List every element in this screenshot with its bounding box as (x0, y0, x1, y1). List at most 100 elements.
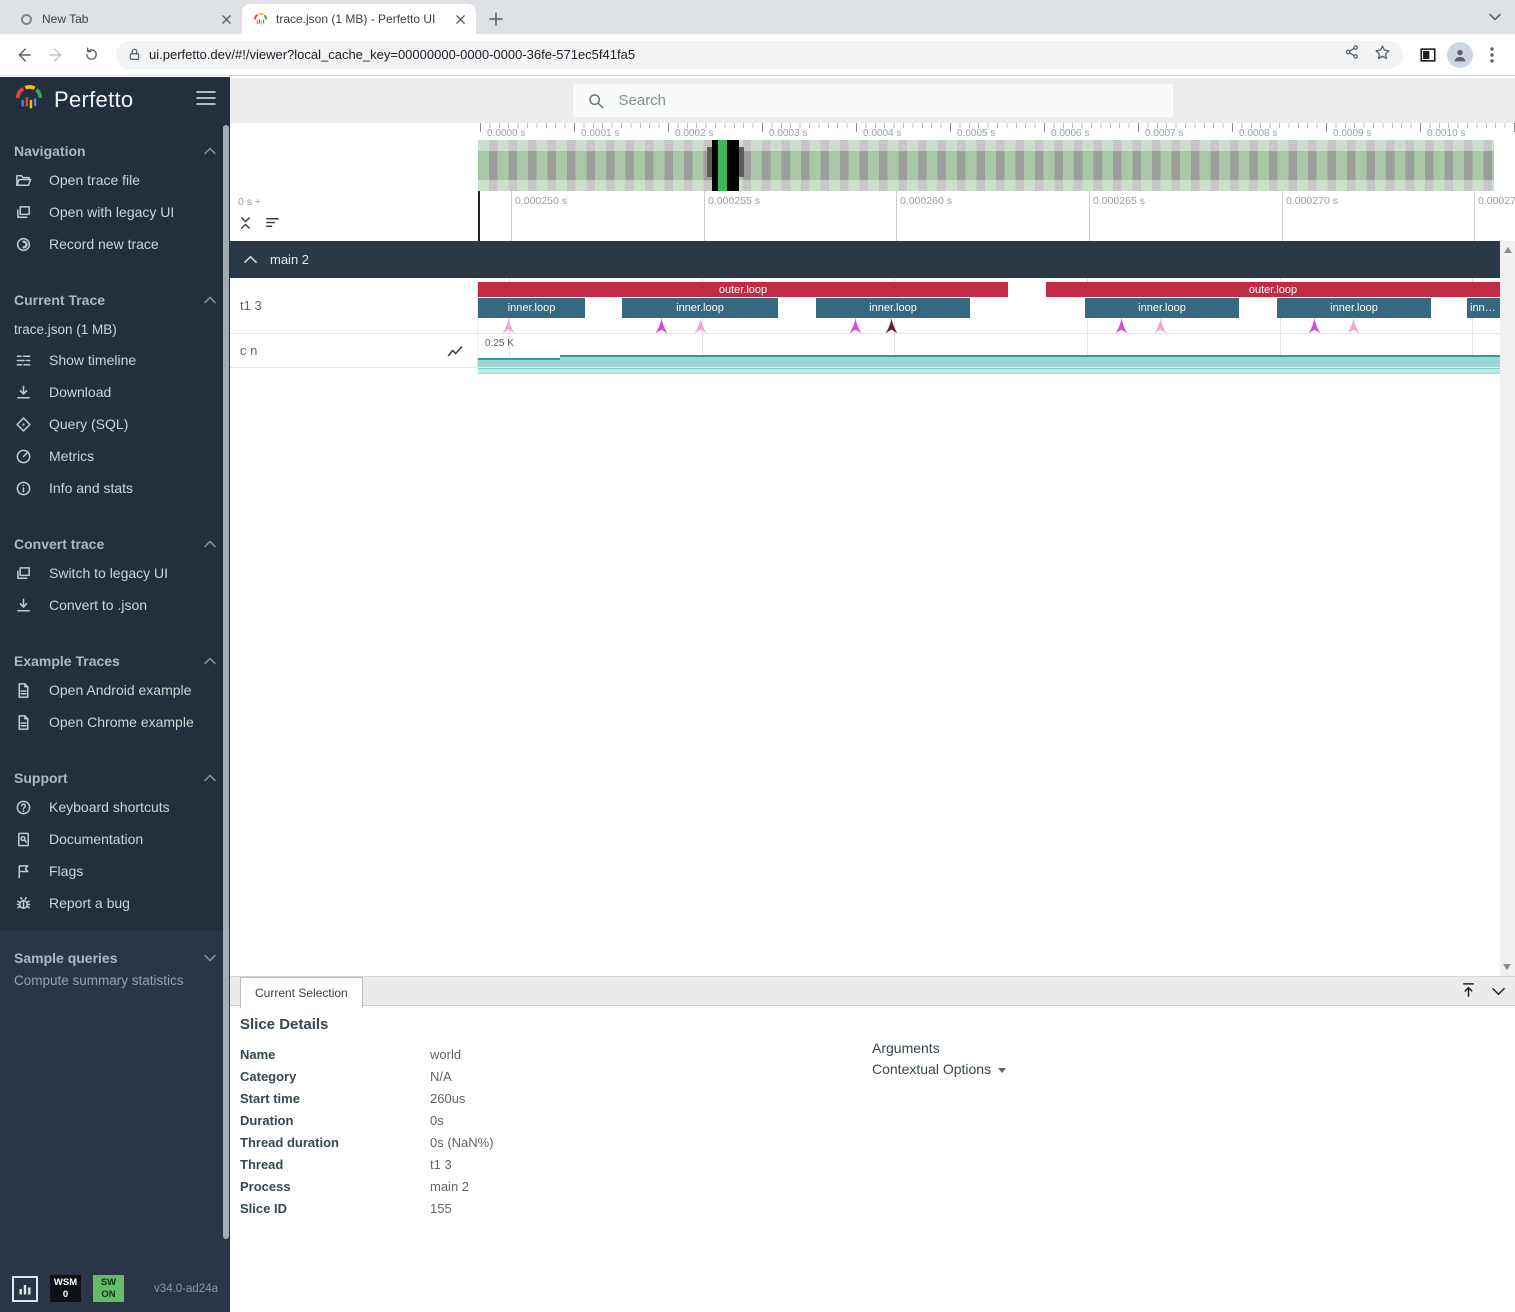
share-icon[interactable] (1344, 44, 1360, 66)
slice-inner-loop[interactable]: inner.loop (1467, 298, 1500, 318)
section-header-sample-queries[interactable]: Sample queries (0, 945, 230, 971)
viewport-selection[interactable] (712, 140, 739, 191)
arguments-section: Arguments Contextual Options (872, 1040, 1006, 1077)
viewport-left-handle[interactable] (707, 147, 712, 177)
sidebar-item-label: Flags (49, 863, 83, 879)
sidebar-nav: NavigationOpen trace file Open with legac… (0, 123, 230, 931)
instant-marker[interactable] (655, 318, 668, 333)
sidebar-item-open-with-legacy-ui[interactable]: Open with legacy UI (0, 196, 230, 228)
scroll-down-arrow-icon[interactable] (1503, 964, 1511, 970)
reload-button[interactable] (76, 40, 106, 70)
tab-search-chevron-icon[interactable] (1489, 8, 1501, 26)
slice-inner-loop[interactable]: inner.loop (1085, 298, 1239, 318)
counter-track-shell[interactable]: c n (230, 334, 478, 367)
sidebar-item-download[interactable]: Download (0, 376, 230, 408)
tab-close-icon[interactable] (452, 11, 468, 27)
sidebar-scrollbar[interactable] (223, 125, 229, 1239)
slice-inner-loop[interactable]: inner.loop (478, 298, 585, 318)
process-name: main 2 (270, 252, 309, 267)
sidebar-item-open-chrome-example[interactable]: Open Chrome example (0, 706, 230, 738)
slice-label: inner.loop (673, 302, 727, 314)
process-group-header[interactable]: main 2 (230, 241, 1500, 278)
hiring-chart-icon[interactable] (12, 1276, 38, 1302)
slice-inner-loop[interactable]: inner.loop (1277, 298, 1431, 318)
sidebar-item-label: Record new trace (49, 236, 159, 252)
instant-marker[interactable] (849, 318, 862, 333)
ruler-tick-label: 0.0004 s (863, 128, 901, 139)
instant-marker[interactable] (1154, 318, 1167, 333)
scroll-up-arrow-icon[interactable] (1504, 247, 1512, 253)
section-header-convert-trace[interactable]: Convert trace (0, 531, 230, 557)
arguments-title: Arguments (872, 1040, 1006, 1056)
sidebar-item-report-a-bug[interactable]: Report a bug (0, 887, 230, 919)
instant-marker[interactable] (1347, 318, 1360, 333)
instant-marker[interactable] (1308, 318, 1321, 333)
viewport-right-handle[interactable] (739, 147, 744, 177)
section-header-current-trace[interactable]: Current Trace (0, 287, 230, 313)
flag-icon (15, 863, 32, 880)
slice-inner-loop[interactable]: inner.loop (816, 298, 970, 318)
sidebar-item-documentation[interactable]: Documentation (0, 823, 230, 855)
instant-marker[interactable] (502, 318, 515, 333)
profile-avatar[interactable] (1447, 42, 1473, 68)
details-value: N/A (430, 1069, 452, 1084)
bookmark-star-icon[interactable] (1374, 44, 1391, 66)
instant-marker-selected[interactable] (885, 318, 898, 333)
collapse-panel-chevron-icon[interactable] (1492, 983, 1505, 1001)
menu-hamburger-icon[interactable] (196, 90, 216, 111)
section-header-support[interactable]: Support (0, 765, 230, 791)
service-worker-badge: SWON (93, 1275, 124, 1302)
timeline-minimap[interactable] (478, 140, 1494, 191)
section-header-example-traces[interactable]: Example Traces (0, 648, 230, 674)
tab-close-icon[interactable] (218, 11, 234, 27)
slice-label: inner.loop (505, 302, 559, 314)
address-bar[interactable]: ui.perfetto.dev/#!/viewer?local_cache_ke… (116, 41, 1403, 69)
slice-outer-loop[interactable]: outer.loop (478, 282, 1008, 297)
sidebar-item-show-timeline[interactable]: Show timeline (0, 344, 230, 376)
thread-track-content[interactable]: outer.loopouter.loopinner.loopinner.loop… (478, 278, 1500, 333)
sort-tracks-icon[interactable] (265, 215, 280, 236)
sidebar-item-metrics[interactable]: Metrics (0, 440, 230, 472)
record-icon (15, 236, 32, 253)
instant-marker[interactable] (1115, 318, 1128, 333)
collapse-all-icon[interactable] (238, 215, 253, 236)
sidebar-item-keyboard-shortcuts[interactable]: Keyboard shortcuts (0, 791, 230, 823)
vertical-scrollbar[interactable] (1500, 241, 1515, 976)
side-panel-icon[interactable] (1413, 40, 1443, 70)
sidebar-item-record-new-trace[interactable]: Record new trace (0, 228, 230, 260)
new-tab-button[interactable] (482, 5, 510, 33)
contextual-options-dropdown[interactable]: Contextual Options (872, 1061, 1006, 1077)
sidebar-footer: WSM0 SWON v34.0-ad24a (0, 1275, 230, 1312)
metrics-icon (15, 448, 32, 465)
expand-panel-icon[interactable] (1461, 982, 1476, 1003)
sidebar-item-open-android-example[interactable]: Open Android example (0, 674, 230, 706)
instant-marker[interactable] (694, 318, 707, 333)
details-panel: Current Selection Slice Details Nameworl… (230, 976, 1515, 1312)
section-title: Current Trace (14, 292, 105, 308)
thread-track-shell[interactable]: t1 3 (230, 278, 478, 333)
sidebar-item-flags[interactable]: Flags (0, 855, 230, 887)
time-axis-row: 0 s + 0.000250 s0.000255 s0.000260 s0.00… (230, 191, 1515, 241)
search-box[interactable] (573, 84, 1173, 117)
section-title: Sample queries (14, 950, 118, 966)
sidebar-item-label: Open with legacy UI (49, 204, 174, 220)
back-button[interactable] (8, 40, 38, 70)
search-input[interactable] (617, 91, 1159, 110)
sidebar-item-convert-to-json[interactable]: Convert to .json (0, 589, 230, 621)
sidebar-item-open-trace-file[interactable]: Open trace file (0, 164, 230, 196)
slice-outer-loop[interactable]: outer.loop (1046, 282, 1500, 297)
ruler-tick-label: 0.0007 s (1145, 128, 1183, 139)
time-gridline (704, 191, 705, 241)
sidebar-item-switch-to-legacy-ui[interactable]: Switch to legacy UI (0, 557, 230, 589)
tab-current-selection[interactable]: Current Selection (240, 977, 363, 1008)
browser-tab-new-tab[interactable]: New Tab (8, 4, 242, 34)
slice-inner-loop[interactable]: inner.loop (622, 298, 778, 318)
section-header-navigation[interactable]: Navigation (0, 138, 230, 164)
section-title: Example Traces (14, 653, 120, 669)
browser-menu-kebab-icon[interactable] (1477, 40, 1507, 70)
browser-tab-perfetto[interactable]: trace.json (1 MB) - Perfetto UI (242, 4, 476, 34)
counter-track-content[interactable]: 0.25 K (478, 334, 1500, 367)
sidebar-item-query-sql-[interactable]: Query (SQL) (0, 408, 230, 440)
sidebar-item-info-and-stats[interactable]: Info and stats (0, 472, 230, 504)
forward-button[interactable] (42, 40, 72, 70)
